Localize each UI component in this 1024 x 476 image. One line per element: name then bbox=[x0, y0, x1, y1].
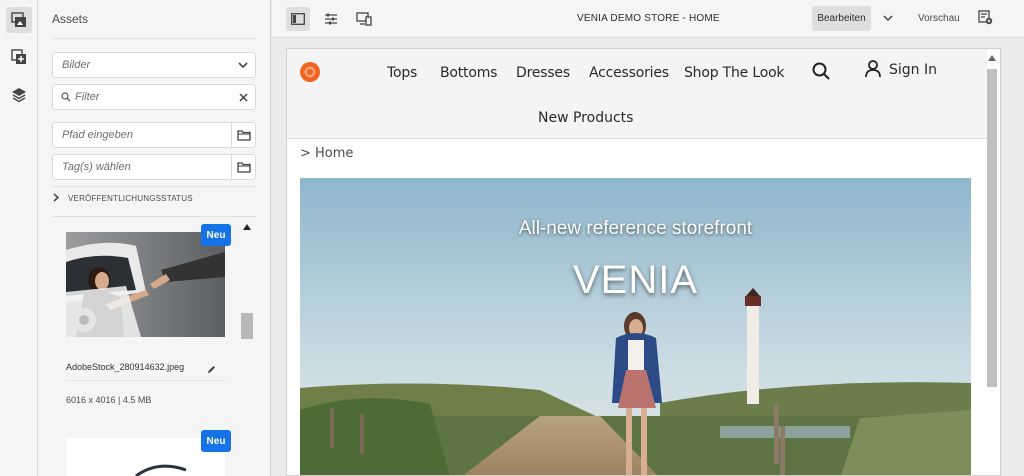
folder-icon[interactable] bbox=[231, 123, 255, 147]
scrollbar-thumb[interactable] bbox=[987, 69, 997, 387]
publication-status-label: VERÖFFENTLICHUNGSSTATUS bbox=[68, 194, 193, 203]
hero-title: VENIA bbox=[572, 258, 699, 302]
search-icon bbox=[53, 92, 71, 102]
asset-meta: 6016 x 4016 | 4.5 MB bbox=[66, 395, 152, 405]
devices-icon bbox=[356, 12, 372, 26]
editor-toolbar: VENIA DEMO STORE - HOME Bearbeiten Vorsc… bbox=[272, 0, 1024, 38]
venia-logo-icon[interactable] bbox=[299, 61, 321, 88]
divider bbox=[52, 216, 256, 217]
nav-item-shop-the-look[interactable]: Shop The Look bbox=[684, 65, 785, 81]
breadcrumb[interactable]: > Home bbox=[300, 146, 353, 161]
preview-mode-button[interactable]: Vorschau bbox=[918, 13, 960, 24]
sliders-icon bbox=[325, 13, 337, 25]
assets-panel: Assets Bilder Filter Pfad eingeben Tag(s… bbox=[38, 0, 271, 476]
tags-field[interactable]: Tag(s) wählen bbox=[52, 154, 256, 180]
scrollbar-thumb[interactable] bbox=[241, 313, 253, 339]
assets-finder-button[interactable] bbox=[6, 7, 32, 33]
asset-thumbnail[interactable] bbox=[66, 232, 225, 337]
path-field[interactable]: Pfad eingeben bbox=[52, 122, 256, 148]
site-header: Tops Bottoms Dresses Accessories Shop Th… bbox=[287, 49, 987, 139]
edit-icon[interactable] bbox=[207, 361, 216, 379]
nav-item-tops[interactable]: Tops bbox=[387, 65, 417, 81]
asset-name[interactable]: AdobeStock_280914632.jpeg bbox=[66, 362, 184, 372]
scroll-up-icon[interactable] bbox=[243, 224, 251, 230]
layers-icon bbox=[12, 88, 26, 103]
asset-type-value: Bilder bbox=[62, 59, 91, 71]
side-panel-icon bbox=[291, 13, 305, 25]
page-properties-button[interactable] bbox=[319, 7, 343, 31]
new-badge: Neu bbox=[201, 224, 231, 246]
divider bbox=[52, 38, 256, 39]
toggle-side-panel-button[interactable] bbox=[286, 7, 310, 31]
filter-input[interactable]: Filter bbox=[52, 84, 256, 110]
search-icon[interactable] bbox=[812, 62, 830, 85]
hero-banner[interactable]: All-new reference storefront VENIA bbox=[300, 178, 971, 475]
assets-panel-title: Assets bbox=[52, 12, 89, 26]
clear-icon[interactable] bbox=[231, 85, 255, 109]
new-badge: Neu bbox=[201, 430, 231, 452]
chevron-right-icon bbox=[52, 193, 60, 204]
chevron-down-icon[interactable] bbox=[882, 11, 894, 29]
edit-mode-button[interactable]: Bearbeiten bbox=[812, 6, 871, 31]
folder-icon[interactable] bbox=[231, 155, 255, 179]
nav-item-new-products[interactable]: New Products bbox=[538, 110, 633, 126]
page-editor-canvas[interactable]: Tops Bottoms Dresses Accessories Shop Th… bbox=[286, 48, 1001, 476]
publication-status-toggle[interactable]: VERÖFFENTLICHUNGSSTATUS bbox=[52, 193, 193, 204]
nav-item-bottoms[interactable]: Bottoms bbox=[440, 65, 497, 81]
content-tree-button[interactable] bbox=[6, 82, 32, 108]
side-rail bbox=[0, 0, 38, 476]
nav-item-accessories[interactable]: Accessories bbox=[589, 65, 669, 81]
add-component-icon bbox=[11, 49, 26, 64]
divider bbox=[52, 186, 256, 187]
emulator-button[interactable] bbox=[352, 7, 376, 31]
assets-icon bbox=[11, 12, 26, 27]
components-button[interactable] bbox=[6, 44, 32, 70]
nav-item-dresses[interactable]: Dresses bbox=[516, 65, 570, 81]
assets-scrollbar[interactable] bbox=[240, 222, 254, 476]
divider bbox=[66, 380, 225, 381]
page-title: VENIA DEMO STORE - HOME bbox=[577, 13, 720, 24]
tags-placeholder: Tag(s) wählen bbox=[62, 161, 131, 173]
user-icon[interactable] bbox=[865, 60, 881, 83]
scroll-up-icon[interactable] bbox=[988, 55, 996, 61]
chevron-down-icon bbox=[231, 53, 255, 77]
filter-placeholder: Filter bbox=[75, 91, 100, 103]
hero-subtitle: All-new reference storefront bbox=[518, 218, 753, 239]
asset-type-select[interactable]: Bilder bbox=[52, 52, 256, 78]
page-info-icon[interactable] bbox=[978, 10, 993, 30]
path-placeholder: Pfad eingeben bbox=[62, 129, 133, 141]
sign-in-link[interactable]: Sign In bbox=[889, 62, 937, 78]
